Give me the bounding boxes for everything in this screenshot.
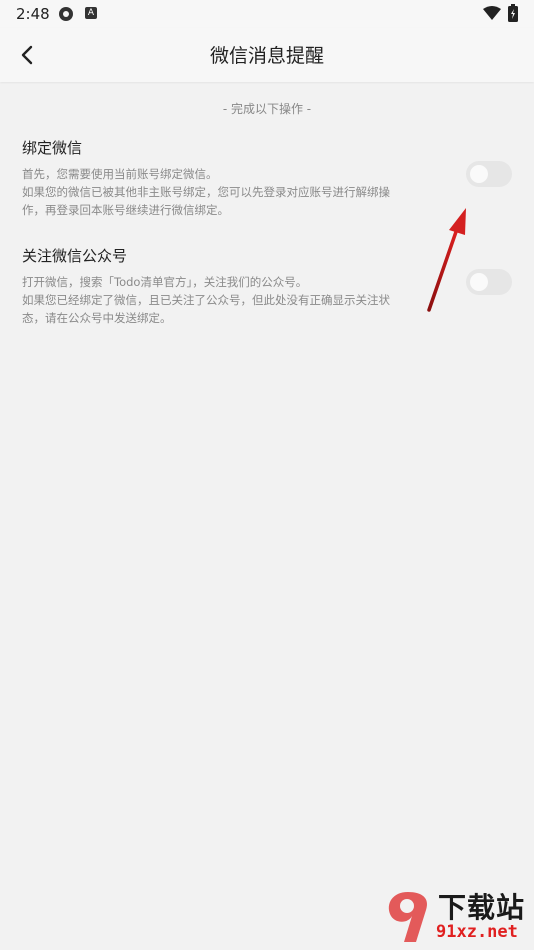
page-title: 微信消息提醒 bbox=[209, 45, 324, 67]
app-bar: 微信消息提醒 bbox=[0, 28, 534, 82]
status-time: 2:48 bbox=[16, 5, 50, 23]
watermark-url: 91xz.net bbox=[436, 922, 518, 942]
wifi-icon bbox=[483, 6, 501, 20]
desc-line: 如果您已经绑定了微信，且已关注了公众号，但此处没有正确显示关注状 bbox=[22, 293, 390, 307]
follow-account-toggle[interactable] bbox=[466, 269, 512, 295]
desc-line: 作，再登录回本账号继续进行微信绑定。 bbox=[22, 203, 229, 217]
bind-wechat-toggle[interactable] bbox=[466, 161, 512, 187]
notification-icon: A bbox=[85, 7, 97, 19]
setting-title: 绑定微信 bbox=[22, 139, 83, 157]
desc-line: 首先，您需要使用当前账号绑定微信。 bbox=[22, 167, 218, 181]
setting-bind-wechat: 绑定微信 首先，您需要使用当前账号绑定微信。 如果您的微信已被其他非主账号绑定，… bbox=[22, 137, 442, 219]
setting-description: 首先，您需要使用当前账号绑定微信。 如果您的微信已被其他非主账号绑定，您可以先登… bbox=[22, 165, 442, 219]
toggle-knob bbox=[470, 165, 488, 183]
desc-line: 打开微信，搜索「Todo清单官方」，关注我们的公众号。 bbox=[22, 275, 308, 289]
app-notification-icon bbox=[59, 7, 73, 21]
desc-line: 如果您的微信已被其他非主账号绑定，您可以先登录对应账号进行解绑操 bbox=[22, 185, 390, 199]
status-bar: 2:48 A bbox=[0, 0, 534, 28]
setting-title: 关注微信公众号 bbox=[22, 247, 128, 265]
battery-icon bbox=[508, 4, 518, 22]
setting-description: 打开微信，搜索「Todo清单官方」，关注我们的公众号。 如果您已经绑定了微信，且… bbox=[22, 273, 442, 327]
watermark: 下载站 91xz.net bbox=[382, 884, 532, 948]
setting-follow-official-account: 关注微信公众号 打开微信，搜索「Todo清单官方」，关注我们的公众号。 如果您已… bbox=[22, 245, 442, 327]
watermark-text: 下载站 bbox=[438, 891, 526, 924]
toggle-knob bbox=[470, 273, 488, 291]
watermark-logo-icon bbox=[388, 892, 428, 942]
desc-line: 态，请在公众号中发送绑定。 bbox=[22, 311, 172, 325]
section-hint: - 完成以下操作 - bbox=[222, 102, 312, 116]
